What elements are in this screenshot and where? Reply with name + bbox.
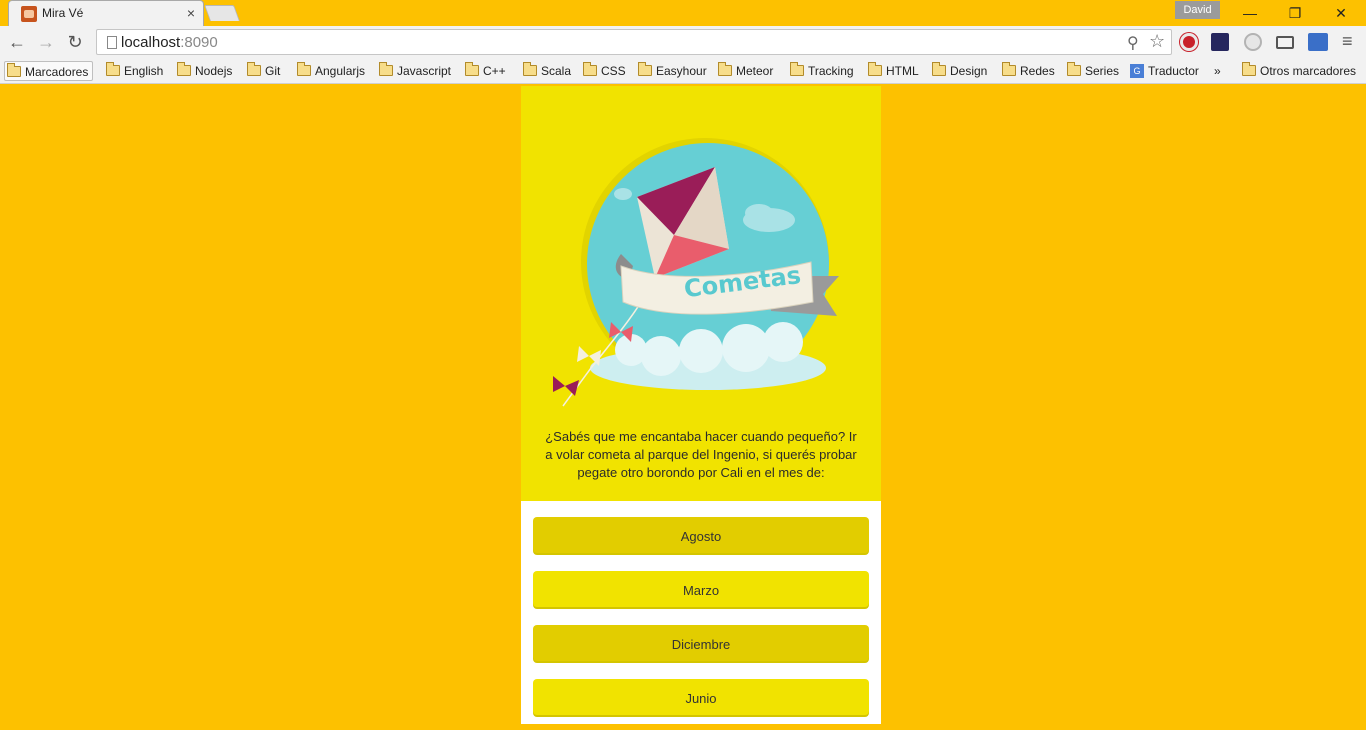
answer-options: Agosto Marzo Diciembre Junio <box>521 501 881 724</box>
site-favicon-icon <box>21 6 37 22</box>
bookmark-label: Traductor <box>1148 64 1199 78</box>
profile-button[interactable]: David <box>1175 1 1220 19</box>
bookmark-star-icon[interactable]: ☆ <box>1149 31 1165 52</box>
bookmark-scala[interactable]: Scala <box>521 61 571 81</box>
bookmark-javascript[interactable]: Javascript <box>377 61 451 81</box>
bookmark-label: English <box>124 64 164 78</box>
bookmark-label: Easyhour <box>656 64 707 78</box>
folder-icon <box>868 62 882 76</box>
url-text: localhost:8090 <box>121 34 218 51</box>
new-tab-button[interactable] <box>204 5 240 21</box>
cast-icon[interactable] <box>1276 36 1294 49</box>
folder-icon <box>1242 62 1256 76</box>
cometas-illustration: Cometas <box>553 138 839 407</box>
extension-circle-icon[interactable] <box>1244 33 1262 51</box>
bookmark-tracking[interactable]: Tracking <box>788 61 854 81</box>
page-content: Cometas ¿Sabés que me encantaba hacer cu… <box>0 85 1366 730</box>
bookmark-meteor[interactable]: Meteor <box>716 61 773 81</box>
browser-toolbar: ← → ↻ localhost:8090 ⚲ ☆ ≡ <box>0 26 1366 58</box>
folder-icon <box>7 63 21 77</box>
bookmark-label: Nodejs <box>195 64 233 78</box>
bookmark-series[interactable]: Series <box>1065 61 1119 81</box>
tab-title: Mira Vé <box>42 6 84 20</box>
folder-icon <box>379 62 393 76</box>
bookmark-english[interactable]: English <box>104 61 163 81</box>
bookmark-traductor[interactable]: G Traductor <box>1128 61 1199 81</box>
bookmark-label: CSS <box>601 64 626 78</box>
bookmarks-bar: Marcadores English Nodejs Git Angularjs Javas… <box>0 58 1366 84</box>
quiz-card: Cometas ¿Sabés que me encantaba hacer cu… <box>521 86 881 724</box>
bookmark-easyhour[interactable]: Easyhour <box>636 61 707 81</box>
reload-button[interactable]: ↻ <box>64 32 86 52</box>
folder-icon <box>638 62 652 76</box>
bookmark-angularjs[interactable]: Angularjs <box>295 61 365 81</box>
option-marzo-button[interactable]: Marzo <box>533 571 869 607</box>
adblock-extension-icon[interactable] <box>1180 33 1198 51</box>
folder-icon <box>247 62 261 76</box>
bookmark-label: C++ <box>483 64 506 78</box>
bookmarks-overflow-button[interactable]: » <box>1196 61 1221 81</box>
bookmark-label: Series <box>1085 64 1120 78</box>
folder-icon <box>790 62 804 76</box>
close-window-button[interactable]: ✕ <box>1326 3 1356 23</box>
extension-window-icon[interactable] <box>1308 33 1328 51</box>
bookmark-html[interactable]: HTML <box>866 61 919 81</box>
extension-icon[interactable] <box>1211 33 1229 51</box>
google-translate-icon: G <box>1130 64 1144 78</box>
bookmark-label: Design <box>950 64 988 78</box>
bookmark-label: Otros marcadores <box>1260 64 1357 78</box>
bookmark-nodejs[interactable]: Nodejs <box>175 61 232 81</box>
minimize-button[interactable]: — <box>1235 3 1265 23</box>
restore-button[interactable]: ❐ <box>1280 3 1310 23</box>
title-bar: Mira Vé × David — ❐ ✕ <box>0 0 1366 26</box>
bookmark-label: Marcadores <box>25 65 89 79</box>
option-diciembre-button[interactable]: Diciembre <box>533 625 869 661</box>
forward-button[interactable]: → <box>35 32 57 52</box>
option-agosto-button[interactable]: Agosto <box>533 517 869 553</box>
folder-icon <box>1002 62 1016 76</box>
folder-icon <box>106 62 120 76</box>
address-bar[interactable]: localhost:8090 ⚲ ☆ <box>96 29 1172 55</box>
folder-icon <box>523 62 537 76</box>
bookmark-label: HTML <box>886 64 919 78</box>
bookmark-css[interactable]: CSS <box>581 61 626 81</box>
bookmark-label: Tracking <box>808 64 854 78</box>
browser-tab[interactable]: Mira Vé × <box>8 0 204 26</box>
page-icon <box>107 36 117 49</box>
bookmark-marcadores[interactable]: Marcadores <box>4 61 94 81</box>
bookmark-label: Meteor <box>736 64 774 78</box>
folder-icon <box>177 62 191 76</box>
bookmark-c-[interactable]: C++ <box>463 61 506 81</box>
folder-icon <box>297 62 311 76</box>
bookmark-redes[interactable]: Redes <box>1000 61 1055 81</box>
folder-icon <box>583 62 597 76</box>
folder-icon <box>718 62 732 76</box>
bookmark-label: Javascript <box>397 64 452 78</box>
bookmark-label: Scala <box>541 64 572 78</box>
folder-icon <box>1067 62 1081 76</box>
bookmark-otros-marcadores[interactable]: Otros marcadores <box>1240 61 1356 81</box>
chrome-menu-icon[interactable]: ≡ <box>1342 31 1353 52</box>
bookmark-label: Git <box>265 64 281 78</box>
folder-icon <box>465 62 479 76</box>
bookmark-label: Angularjs <box>315 64 366 78</box>
back-button[interactable]: ← <box>6 32 28 52</box>
folder-icon <box>932 62 946 76</box>
intro-question: ¿Sabés que me encantaba hacer cuando peq… <box>545 429 857 480</box>
zoom-icon[interactable]: ⚲ <box>1127 33 1139 53</box>
option-junio-button[interactable]: Junio <box>533 679 869 715</box>
bookmark-label: Redes <box>1020 64 1055 78</box>
tab-close-icon[interactable]: × <box>187 5 195 21</box>
bookmark-git[interactable]: Git <box>245 61 280 81</box>
bookmark-design[interactable]: Design <box>930 61 987 81</box>
